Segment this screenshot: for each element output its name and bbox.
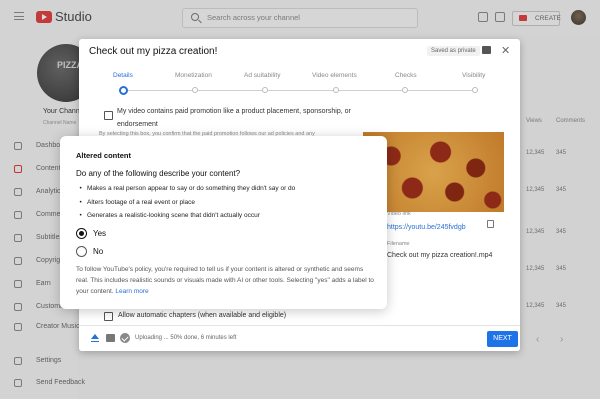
- step-monetization[interactable]: Monetization: [175, 72, 212, 79]
- upload-status-text: Uploading ... 50% done, 6 minutes left: [135, 335, 237, 341]
- radio-yes-label[interactable]: Yes: [93, 229, 106, 238]
- step-dot-ad-suitability[interactable]: [262, 87, 268, 93]
- policy-text: To follow YouTube's policy, you're requi…: [76, 264, 376, 297]
- copy-icon[interactable]: [487, 220, 494, 228]
- video-link-label: Video link: [387, 211, 411, 217]
- paid-promotion-label: My video contains paid promotion like a …: [117, 108, 351, 128]
- step-dot-monetization[interactable]: [192, 87, 198, 93]
- paid-promotion-checkbox[interactable]: [104, 111, 113, 120]
- step-video-elements[interactable]: Video elements: [312, 72, 357, 79]
- altered-content-question: Do any of the following describe your co…: [76, 169, 241, 178]
- altered-content-title: Altered content: [76, 151, 132, 160]
- saved-status-badge: Saved as private: [427, 46, 480, 56]
- step-dot-video-elements[interactable]: [333, 87, 339, 93]
- list-item: Makes a real person appear to say or do …: [79, 185, 296, 192]
- step-checks[interactable]: Checks: [395, 72, 417, 79]
- radio-no[interactable]: [76, 246, 87, 257]
- upload-icon: [91, 334, 99, 342]
- upload-dialog-title: Check out my pizza creation!: [89, 46, 218, 57]
- step-dot-details[interactable]: [119, 86, 128, 95]
- radio-yes[interactable]: [76, 228, 87, 239]
- report-feedback-icon[interactable]: [482, 46, 491, 54]
- bullet-text: Alters footage of a real event or place: [87, 199, 196, 206]
- close-icon[interactable]: ✕: [501, 44, 510, 57]
- hd-icon: [106, 334, 115, 342]
- bullet-text: Makes a real person appear to say or do …: [87, 185, 296, 192]
- step-ad-suitability[interactable]: Ad suitability: [244, 72, 281, 79]
- altered-content-dialog: Altered content Do any of the following …: [60, 136, 387, 309]
- list-item: Alters footage of a real event or place: [79, 199, 196, 206]
- bullet-text: Generates a realistic-looking scene that…: [87, 212, 260, 219]
- list-item: Generates a realistic-looking scene that…: [80, 212, 260, 219]
- video-link[interactable]: https://youtu.be/245fvdgb: [387, 224, 466, 231]
- filename-label: Filename: [387, 241, 410, 247]
- next-button[interactable]: NEXT: [487, 331, 518, 347]
- learn-more-link[interactable]: Learn more: [115, 288, 148, 295]
- radio-no-label[interactable]: No: [93, 247, 103, 256]
- upload-footer: Uploading ... 50% done, 6 minutes left N…: [79, 325, 520, 351]
- checks-complete-icon: [120, 333, 130, 343]
- step-dot-visibility[interactable]: [472, 87, 478, 93]
- step-dot-checks[interactable]: [402, 87, 408, 93]
- step-visibility[interactable]: Visibility: [462, 72, 485, 79]
- automatic-chapters-label: Allow automatic chapters (when available…: [118, 312, 287, 319]
- filename-value: Check out my pizza creation!.mp4: [387, 252, 493, 259]
- stepper-track: [123, 90, 477, 91]
- step-details[interactable]: Details: [113, 72, 133, 79]
- automatic-chapters-checkbox[interactable]: [104, 312, 113, 321]
